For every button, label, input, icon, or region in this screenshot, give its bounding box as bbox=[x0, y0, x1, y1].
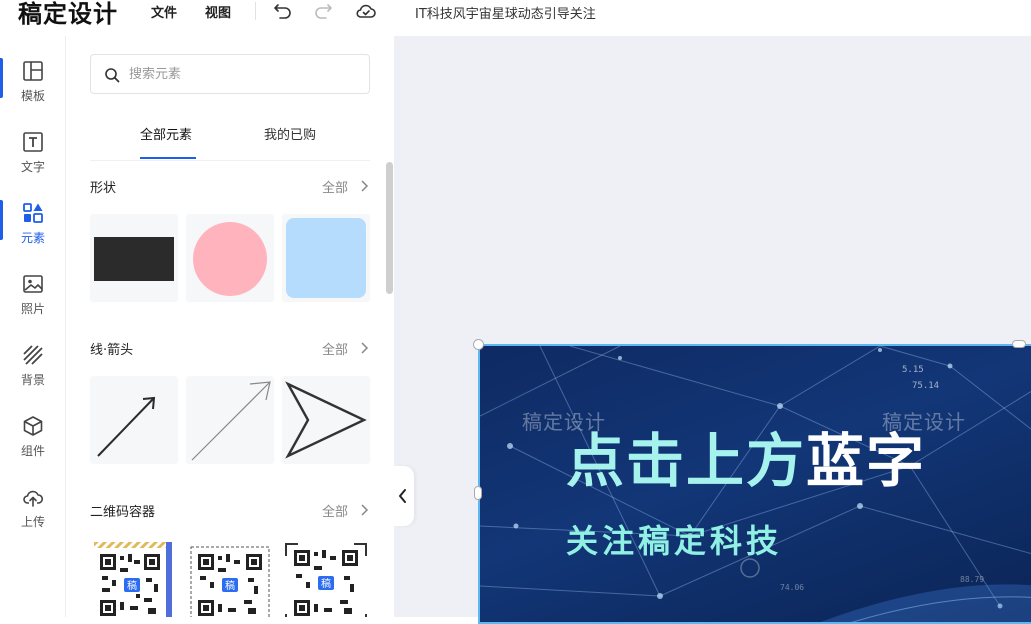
qr-code-icon: 稿 bbox=[285, 543, 367, 617]
toolbar-divider bbox=[255, 2, 256, 20]
headline-part-1: 点击上方 bbox=[566, 427, 807, 495]
shape-blue-square[interactable] bbox=[282, 214, 370, 302]
rail-item-elements[interactable]: 元素 bbox=[0, 192, 66, 252]
blue-rounded-square-shape bbox=[286, 218, 366, 298]
tech-number-4: 88.79 bbox=[960, 575, 984, 584]
rail-label-photos: 照片 bbox=[20, 302, 45, 316]
qr-frame-striped[interactable]: 稿 bbox=[90, 538, 178, 617]
qr-badge-text: 稿 bbox=[321, 577, 331, 590]
rail-label-template: 模板 bbox=[20, 89, 45, 103]
search-input[interactable] bbox=[129, 63, 359, 85]
qr-frame-corners[interactable]: 稿 bbox=[282, 538, 370, 617]
section-title-qr: 二维码容器 bbox=[90, 505, 156, 520]
thin-arrow-element[interactable] bbox=[186, 376, 274, 464]
app-logo[interactable]: 稿定设计 bbox=[18, 0, 118, 29]
shapes-icon bbox=[23, 203, 43, 223]
layout-icon bbox=[23, 61, 43, 81]
pink-circle-shape bbox=[193, 222, 267, 296]
qr-code-icon: 稿 bbox=[94, 542, 172, 617]
tech-number-3: 74.06 bbox=[780, 583, 804, 592]
qr-code-icon: 稿 bbox=[190, 546, 270, 617]
section-title-shapes: 形状 bbox=[90, 181, 117, 196]
chevron-right-icon[interactable] bbox=[358, 179, 370, 193]
section-all-qr[interactable]: 全部 bbox=[322, 501, 348, 520]
rail-item-upload[interactable]: 上传 bbox=[0, 476, 66, 536]
shape-dark-rectangle[interactable] bbox=[90, 214, 178, 302]
image-icon bbox=[23, 275, 43, 293]
qr-frame-dashed[interactable]: 稿 bbox=[186, 538, 274, 617]
left-rail: 模板 文字 元素 照片 背景 组件 上传 bbox=[0, 36, 66, 617]
arrow-line-element[interactable] bbox=[90, 376, 178, 464]
qr-badge-text: 稿 bbox=[225, 579, 235, 592]
redo-icon[interactable] bbox=[312, 0, 334, 22]
panel-scrollbar-thumb[interactable] bbox=[386, 162, 393, 294]
shape-pink-circle[interactable] bbox=[186, 214, 274, 302]
top-bar: 稿定设计 文件 视图 IT科技风宇宙星球动态引导关注 bbox=[0, 0, 1031, 36]
rail-item-background[interactable]: 背景 bbox=[0, 334, 66, 394]
menu-view[interactable]: 视图 bbox=[205, 2, 231, 21]
rail-item-text[interactable]: 文字 bbox=[0, 121, 66, 181]
rail-label-elements: 元素 bbox=[20, 231, 45, 245]
canvas-headline[interactable]: 点击上方蓝字 bbox=[566, 414, 926, 498]
search-box[interactable] bbox=[90, 54, 370, 94]
cube-icon bbox=[23, 416, 43, 436]
rail-item-template[interactable]: 模板 bbox=[0, 50, 66, 110]
chevron-left-icon bbox=[399, 489, 406, 503]
design-canvas[interactable]: 5.15 75.14 74.06 88.79 稿定设计 稿定设计 点击上方蓝字 … bbox=[478, 344, 1031, 624]
arrow-icon bbox=[97, 396, 156, 457]
undo-icon[interactable] bbox=[272, 0, 294, 22]
collapse-panel-button[interactable] bbox=[394, 466, 414, 526]
chevron-right-icon[interactable] bbox=[358, 503, 370, 517]
document-title[interactable]: IT科技风宇宙星球动态引导关注 bbox=[415, 3, 596, 22]
section-all-shapes[interactable]: 全部 bbox=[322, 177, 348, 196]
tech-number-2: 75.14 bbox=[912, 381, 939, 391]
resize-handle-left-middle[interactable] bbox=[474, 486, 482, 500]
cloud-check-icon[interactable] bbox=[355, 0, 377, 22]
rail-item-photos[interactable]: 照片 bbox=[0, 263, 66, 323]
rail-label-upload: 上传 bbox=[20, 515, 45, 529]
canvas-subline[interactable]: 关注稿定科技 bbox=[566, 516, 782, 562]
text-icon bbox=[23, 132, 43, 152]
tab-all-elements[interactable]: 全部元素 bbox=[140, 124, 192, 143]
section-title-lines: 线·箭头 bbox=[90, 343, 134, 358]
rail-label-text: 文字 bbox=[20, 160, 45, 174]
rail-item-components[interactable]: 组件 bbox=[0, 405, 66, 465]
dark-rectangle-shape bbox=[94, 237, 174, 281]
active-tab-indicator bbox=[140, 157, 196, 159]
headline-part-2: 蓝字 bbox=[806, 427, 927, 495]
chevron-right-icon[interactable] bbox=[358, 341, 370, 355]
rail-label-components: 组件 bbox=[20, 444, 45, 458]
section-all-lines[interactable]: 全部 bbox=[322, 339, 348, 358]
thin-arrow-icon bbox=[191, 381, 271, 461]
menu-file[interactable]: 文件 bbox=[151, 2, 177, 21]
tab-my-purchases[interactable]: 我的已购 bbox=[264, 124, 316, 143]
rail-label-background: 背景 bbox=[20, 373, 45, 387]
arrowhead-outline-icon bbox=[285, 381, 367, 459]
arrowhead-element[interactable] bbox=[282, 376, 370, 464]
search-icon bbox=[105, 68, 120, 83]
tabs-divider bbox=[90, 160, 370, 161]
tech-number-1: 5.15 bbox=[902, 365, 924, 375]
elements-panel: 全部元素 我的已购 形状 全部 线·箭头 全部 二维码容器 bbox=[66, 36, 394, 617]
stripes-icon bbox=[23, 345, 43, 365]
resize-handle-top-middle[interactable] bbox=[1012, 340, 1026, 348]
qr-badge-text: 稿 bbox=[127, 579, 137, 592]
resize-handle-top-left[interactable] bbox=[473, 339, 484, 350]
upload-cloud-icon bbox=[23, 490, 44, 507]
